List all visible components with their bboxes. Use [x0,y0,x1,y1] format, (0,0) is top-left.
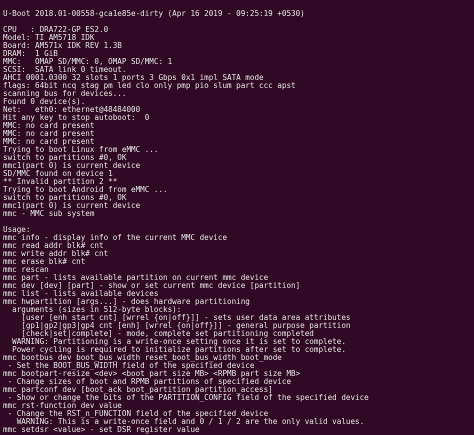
terminal-line: mmc1(part 0) is current device [3,162,141,170]
terminal-line: mmc rescan [3,266,49,274]
terminal-line: CPU : DRA722-GP ES2.0 [3,26,109,34]
terminal-line: ** Invalid partition 2 ** [3,178,118,186]
terminal-line: MMC: no card present [3,122,95,130]
terminal-line: Trying to boot Android from eMMC ... [3,186,168,194]
terminal-line: Board: AM571x IDK REV 1.3B [3,42,122,50]
terminal-line: MMC: no card present [3,138,95,146]
terminal-line: SCSI: SATA link 0 timeout. [3,66,127,74]
terminal-line: arguments (sizes in 512-byte blocks): [3,306,182,314]
terminal-line: - Show or change the bits of the PARTITI… [3,394,369,402]
terminal-line: mmc - MMC sub system [3,210,95,218]
terminal-line: Trying to boot Linux from eMMC ... [3,146,159,154]
terminal-line: mmc hwpartition [args...] - does hardwar… [3,298,250,306]
terminal-line: mmc dev [dev] [part] - show or set curre… [3,282,301,290]
terminal-line: U-Boot 2018.01-00558-gca1e85e-dirty (Apr… [3,10,305,18]
terminal-line: SD/MMC found on device 1 [3,170,113,178]
terminal-line: mmc part - lists available partition on … [3,274,269,282]
terminal-line: mmc read addr blk# cnt [3,242,104,250]
terminal-line: WARNING: Partitioning is a write-once se… [3,338,346,346]
terminal-line: mmc1(part 0) is current device [3,202,141,210]
terminal-line: - Change the RST_n_FUNCTION field of the… [3,410,269,418]
terminal-line: - Set the BOOT_BUS_WIDTH field of the sp… [3,362,255,370]
terminal-window[interactable]: U-Boot 2018.01-00558-gca1e85e-dirty (Apr… [0,0,474,435]
terminal-line: Power cycling is required to initialize … [3,346,346,354]
terminal-line: mmc write addr blk# cnt [3,250,109,258]
terminal-line: Hit any key to stop autoboot: 0 [3,114,150,122]
terminal-line: [check|set|complete] - mode, complete se… [3,330,314,338]
terminal-line: mmc bootbus dev boot_bus_width reset_boo… [3,354,282,362]
terminal-line: switch to partitions #0, OK [3,154,127,162]
terminal-line: Found 0 device(s). [3,98,86,106]
terminal-line: mmc erase blk# cnt [3,258,86,266]
terminal-line: [gp1|gp2|gp3|gp4 cnt [enh] [wrrel {on|of… [3,322,351,330]
terminal-line: mmc info - display info of the current M… [3,234,228,242]
terminal-line: Model: TI AM5718 IDK [3,34,95,42]
terminal-line: mmc setdsr <value> - set DSR register va… [3,426,200,434]
terminal-line: flags: 64bit ncq stag pm led clo only pm… [3,82,296,90]
terminal-line: AHCI 0001.0300 32 slots 1 ports 3 Gbps 0… [3,74,264,82]
terminal-line: - Change sizes of boot and RPMB partitio… [3,378,292,386]
terminal-line: MMC: OMAP SD/MMC: 0, OMAP SD/MMC: 1 [3,58,173,66]
terminal-line: mmc partconf dev [boot_ack boot_partitio… [3,386,273,394]
terminal-line: [user [enh start cnt] [wrrel {on|off}]] … [3,314,351,322]
terminal-line: DRAM: 1 GiB [3,50,58,58]
terminal-line: mmc bootpart-resize <dev> <boot part siz… [3,370,301,378]
terminal-line: switch to partitions #0, OK [3,194,127,202]
terminal-line: scanning bus for devices... [3,90,127,98]
terminal-line: MMC: no card present [3,130,95,138]
terminal-line: mmc list - lists available devices [3,290,159,298]
terminal-line: mmc rst-function dev value [3,402,122,410]
terminal-line: WARNING: This is a write-once field and … [3,418,365,426]
terminal-output: U-Boot 2018.01-00558-gca1e85e-dirty (Apr… [3,2,474,435]
terminal-line: Net: eth0: ethernet@48484000 [3,106,141,114]
terminal-line: Usage: [3,226,31,234]
